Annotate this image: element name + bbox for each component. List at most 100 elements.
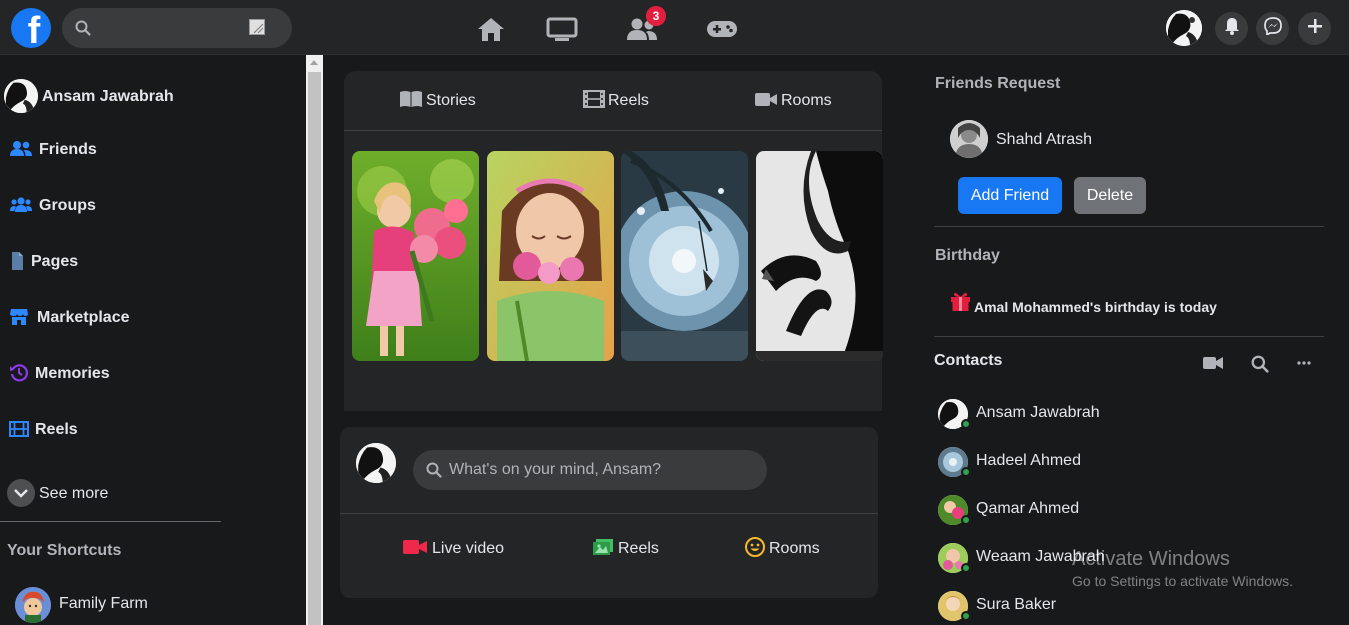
stories-tabs: Stories Reels Rooms <box>344 71 882 131</box>
plus-icon <box>1307 18 1323 39</box>
birthday-title: Birthday <box>935 247 1000 264</box>
activate-windows-hint: Go to Settings to activate Windows. <box>1072 573 1293 589</box>
bell-icon <box>1224 17 1240 40</box>
live-video-icon <box>402 538 428 561</box>
pages-icon <box>6 250 28 272</box>
more-options-icon[interactable] <box>1297 353 1311 371</box>
book-icon <box>399 90 423 113</box>
section-divider <box>934 336 1324 337</box>
see-more-button[interactable]: See more <box>0 473 306 513</box>
tab-label: Rooms <box>781 92 832 109</box>
online-status-dot <box>961 563 971 573</box>
reels-action-button[interactable]: Reels <box>592 537 659 561</box>
gift-icon <box>950 291 971 317</box>
sidebar-item-profile[interactable]: Ansam Jawabrah <box>0 77 306 117</box>
marketplace-icon <box>8 306 30 328</box>
scroll-up-arrow-icon[interactable] <box>310 60 318 65</box>
online-status-dot <box>961 419 971 429</box>
action-label: Live video <box>432 540 505 557</box>
story-card[interactable] <box>352 151 479 361</box>
sidebar-item-reels[interactable]: Reels <box>0 409 306 449</box>
delete-button[interactable]: Delete <box>1074 177 1146 214</box>
story-card[interactable] <box>487 151 614 361</box>
tab-rooms[interactable]: Rooms <box>754 89 832 113</box>
sidebar-item-label: Reels <box>35 421 78 438</box>
video-camera-icon <box>754 91 778 112</box>
composer-placeholder: What's on your mind, Ansam? <box>449 461 662 478</box>
shortcut-label: Family Farm <box>59 595 148 612</box>
online-status-dot <box>961 515 971 525</box>
gaming-icon[interactable] <box>702 12 742 46</box>
sidebar-item-label: Marketplace <box>37 309 130 326</box>
video-call-icon[interactable] <box>1203 356 1223 375</box>
stories-card: Stories Reels Rooms <box>344 71 883 411</box>
story-card[interactable] <box>756 151 883 361</box>
activate-windows-watermark: Activate Windows <box>1072 548 1230 570</box>
reels-icon <box>592 538 614 561</box>
left-sidebar: Ansam Jawabrah Friends Groups Pages Mark… <box>0 55 306 625</box>
friend-request-name[interactable]: Shahd Atrash <box>996 131 1092 149</box>
search-contacts-icon[interactable] <box>1251 355 1269 378</box>
search-icon <box>426 462 442 483</box>
action-label: Rooms <box>769 540 820 557</box>
post-composer: What's on your mind, Ansam? Live video R… <box>340 427 878 598</box>
online-status-dot <box>961 467 971 477</box>
shortcuts-title: Your Shortcuts <box>7 542 122 559</box>
family-farm-icon <box>15 587 51 623</box>
tab-label: Stories <box>426 92 476 109</box>
notifications-button[interactable] <box>1215 12 1248 45</box>
contact-name: Hadeel Ahmed <box>976 452 1081 469</box>
friend-request-avatar[interactable] <box>950 120 988 158</box>
notification-count-badge: 3 <box>646 6 666 26</box>
profile-avatar[interactable] <box>1166 10 1202 46</box>
avatar <box>4 79 38 113</box>
watch-icon[interactable] <box>542 12 582 46</box>
tab-stories[interactable]: Stories <box>399 89 476 113</box>
sidebar-scrollbar[interactable] <box>306 55 323 625</box>
tab-reels[interactable]: Reels <box>583 89 649 113</box>
facebook-logo[interactable]: f <box>11 8 51 48</box>
sidebar-item-label: Pages <box>31 253 79 270</box>
messenger-icon <box>1263 17 1282 40</box>
rooms-action-button[interactable]: Rooms <box>745 536 820 562</box>
sidebar-item-label: Friends <box>39 141 97 158</box>
whats-on-your-mind-input[interactable]: What's on your mind, Ansam? <box>413 450 767 490</box>
reels-icon <box>8 418 30 440</box>
avatar <box>356 443 396 483</box>
messenger-button[interactable] <box>1256 12 1289 45</box>
sidebar-divider <box>0 521 221 522</box>
top-navigation-bar: f 3 <box>0 0 1349 55</box>
facebook-logo-letter: f <box>27 10 41 48</box>
sidebar-item-groups[interactable]: Groups <box>0 185 306 225</box>
sidebar-item-label: Groups <box>39 197 96 214</box>
composer-divider <box>340 513 878 514</box>
create-button[interactable] <box>1298 12 1331 45</box>
contact-name: Qamar Ahmed <box>976 500 1080 517</box>
chevron-down-icon <box>7 479 35 507</box>
scrollbar-thumb[interactable] <box>308 72 321 625</box>
sidebar-item-marketplace[interactable]: Marketplace <box>0 297 306 337</box>
section-divider <box>934 226 1324 227</box>
friends-icon <box>10 138 32 160</box>
contact-name: Ansam Jawabrah <box>976 404 1100 421</box>
memories-icon <box>8 362 30 384</box>
smiley-icon <box>745 536 765 562</box>
home-icon[interactable] <box>471 12 511 46</box>
online-status-dot <box>961 611 971 621</box>
profile-name: Ansam Jawabrah <box>42 88 174 105</box>
sidebar-item-friends[interactable]: Friends <box>0 129 306 169</box>
search-input[interactable] <box>102 16 302 40</box>
story-card[interactable] <box>621 151 748 361</box>
sidebar-item-memories[interactable]: Memories <box>0 353 306 393</box>
friends-request-title: Friends Request <box>935 75 1061 92</box>
sidebar-item-pages[interactable]: Pages <box>0 241 306 281</box>
film-icon <box>583 89 605 113</box>
live-video-button[interactable]: Live video <box>402 537 504 561</box>
action-label: Reels <box>618 540 659 557</box>
contact-name: Sura Baker <box>976 596 1057 613</box>
see-more-label: See more <box>39 485 109 502</box>
birthday-text[interactable]: Amal Mohammed's birthday is today <box>974 299 1217 315</box>
sidebar-item-label: Memories <box>35 365 110 382</box>
add-friend-button[interactable]: Add Friend <box>958 177 1062 214</box>
shortcut-family-farm[interactable]: Family Farm <box>0 583 306 623</box>
